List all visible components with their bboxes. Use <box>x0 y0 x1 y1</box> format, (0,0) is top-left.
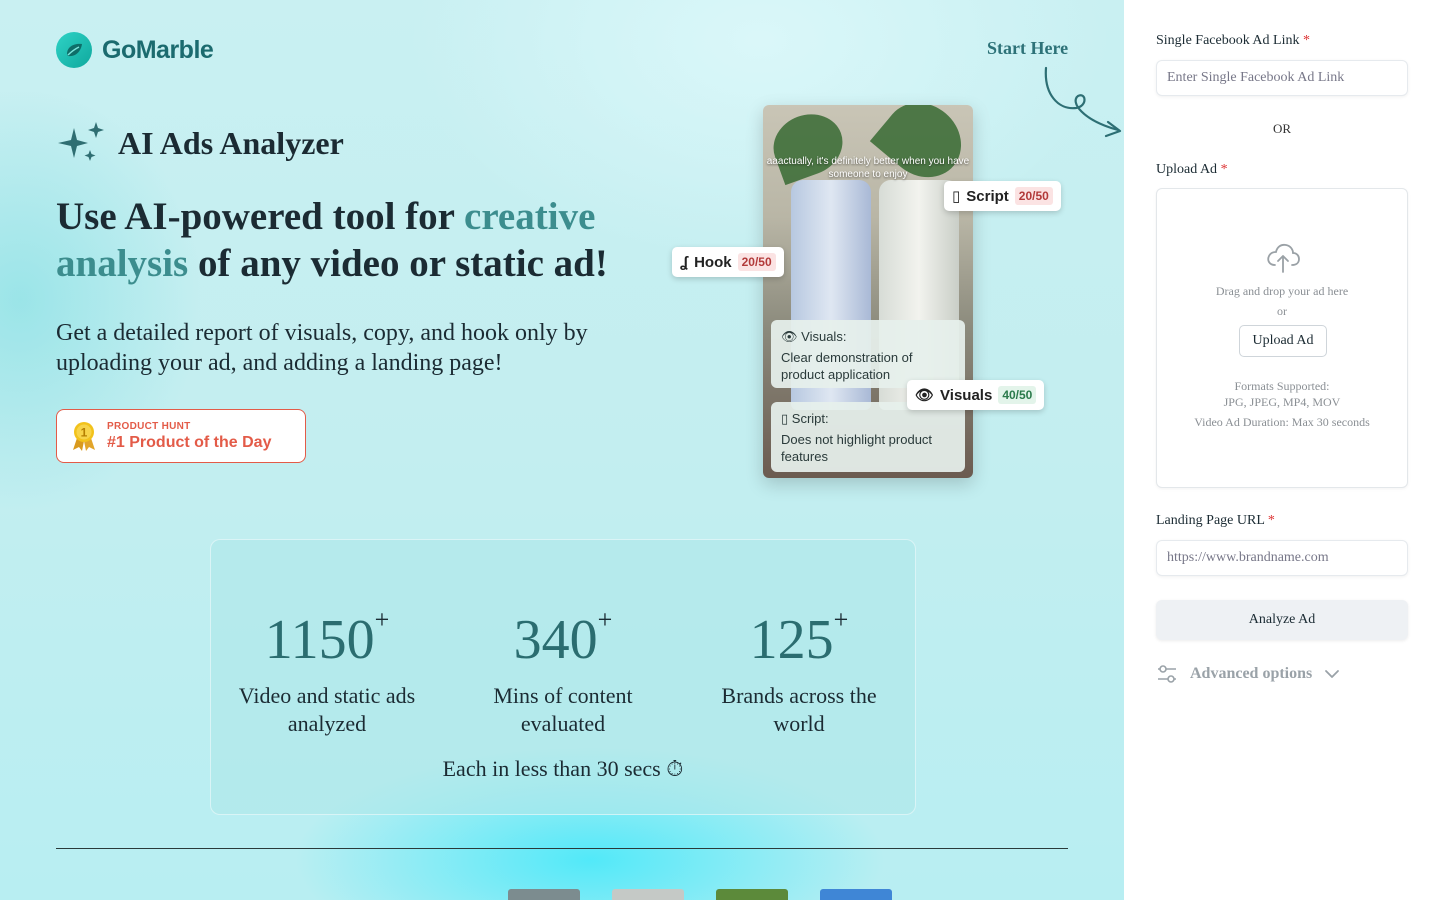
ad-thumbnail[interactable] <box>508 889 580 900</box>
script-score: 20/50 <box>1014 187 1053 205</box>
hook-score: 20/50 <box>737 253 776 271</box>
visuals-score: 40/50 <box>998 386 1037 404</box>
stat-mins-evaluated: 340+ Mins of content evaluated <box>463 590 663 738</box>
logo-leaf-icon <box>56 32 92 68</box>
brand-logo[interactable]: GoMarble <box>56 32 214 68</box>
tool-title: AI Ads Analyzer <box>56 120 344 166</box>
medal-icon: 1 <box>73 422 95 451</box>
landing-url-input[interactable] <box>1156 540 1408 576</box>
or-separator: OR <box>1272 121 1292 136</box>
analyzer-form-panel: Single Facebook Ad Link * OR Upload Ad *… <box>1124 0 1440 900</box>
script-score-chip: ▯ Script 20/50 <box>944 181 1061 211</box>
ad-caption: aaactually, it's definitely better when … <box>766 156 970 180</box>
upload-ad-label: Upload Ad * <box>1156 162 1228 177</box>
headline-post: of any video or static ad! <box>188 242 608 285</box>
hook-score-chip: ʆ Hook 20/50 <box>672 247 784 277</box>
advanced-options-label: Advanced options <box>1190 665 1313 682</box>
visuals-score-chip: 👁 Visuals 40/50 <box>907 380 1045 410</box>
document-icon: ▯ <box>781 411 789 426</box>
hook-icon: ʆ <box>680 253 689 271</box>
upload-ad-button[interactable]: Upload Ad <box>1239 325 1327 357</box>
start-here-label: Start Here <box>987 38 1069 58</box>
badge-caption: PRODUCT HUNT <box>107 420 191 432</box>
ad-thumbnail[interactable] <box>716 889 788 900</box>
upload-dropzone[interactable]: Drag and drop your ad here or Upload Ad … <box>1156 188 1408 488</box>
badge-title: #1 Product of the Day <box>107 433 272 451</box>
hero-section: GoMarble Start Here AI Ads Analyzer Use … <box>0 0 1124 900</box>
sparkle-icon <box>58 122 104 161</box>
stat-brands: 125+ Brands across the world <box>699 590 899 738</box>
fb-link-input[interactable] <box>1156 60 1408 96</box>
stat-ads-analyzed: 1150+ Video and static ads analyzed <box>227 590 427 738</box>
brand-name: GoMarble <box>102 35 214 64</box>
script-card-body: Does not highlight product features <box>781 432 933 464</box>
duration-limit: Video Ad Duration: Max 30 seconds <box>1194 415 1370 429</box>
dropzone-or-text: or <box>1277 304 1287 318</box>
eye-icon: 👁 <box>915 387 935 404</box>
fb-link-label: Single Facebook Ad Link * <box>1156 33 1310 48</box>
formats-list: JPG, JPEG, MP4, MOV <box>1223 395 1341 409</box>
landing-url-label: Landing Page URL * <box>1156 513 1275 528</box>
stat-label: Video and static ads analyzed <box>238 683 416 736</box>
headline: Use AI-powered tool for creative analysi… <box>56 193 656 287</box>
section-divider <box>56 848 1068 849</box>
script-card: ▯ Script: Does not highlight product fea… <box>771 402 965 472</box>
script-card-title: ▯ Script: <box>781 411 829 426</box>
advanced-options-toggle[interactable]: Advanced options <box>1156 664 1340 684</box>
document-icon: ▯ <box>952 188 961 205</box>
ad-preview-image: aaactually, it's definitely better when … <box>763 105 973 478</box>
sliders-icon <box>1158 665 1176 683</box>
subheadline: Get a detailed report of visuals, copy, … <box>56 320 588 376</box>
upload-cloud-icon <box>1267 243 1300 273</box>
visuals-card-title: 👁 Visuals: <box>781 329 847 344</box>
product-hunt-badge[interactable]: 1 PRODUCT HUNT #1 Product of the Day <box>56 409 306 463</box>
stat-label: Brands across the world <box>721 683 877 736</box>
visuals-card-body: Clear demonstration of product applicati… <box>781 350 913 382</box>
ad-thumbnail[interactable] <box>612 889 684 900</box>
svg-text:1: 1 <box>81 426 88 440</box>
formats-title: Formats Supported: <box>1234 379 1330 393</box>
visuals-card: 👁 Visuals: Clear demonstration of produc… <box>771 320 965 388</box>
stat-label: Mins of content evaluated <box>493 683 633 736</box>
drag-drop-text: Drag and drop your ad here <box>1215 284 1349 298</box>
stats-footer: Each in less than 30 secs ⏱ <box>442 756 684 781</box>
analyze-ad-button[interactable]: Analyze Ad <box>1156 600 1408 640</box>
curly-arrow-icon <box>1044 66 1122 138</box>
ad-thumbnail[interactable] <box>820 889 892 900</box>
chevron-down-icon <box>1325 670 1340 678</box>
stats-card: 1150+ Video and static ads analyzed 340+… <box>210 539 916 815</box>
tool-title-text: AI Ads Analyzer <box>118 124 344 161</box>
headline-pre: Use AI-powered tool for <box>56 195 465 238</box>
eye-icon: 👁 <box>781 329 798 344</box>
